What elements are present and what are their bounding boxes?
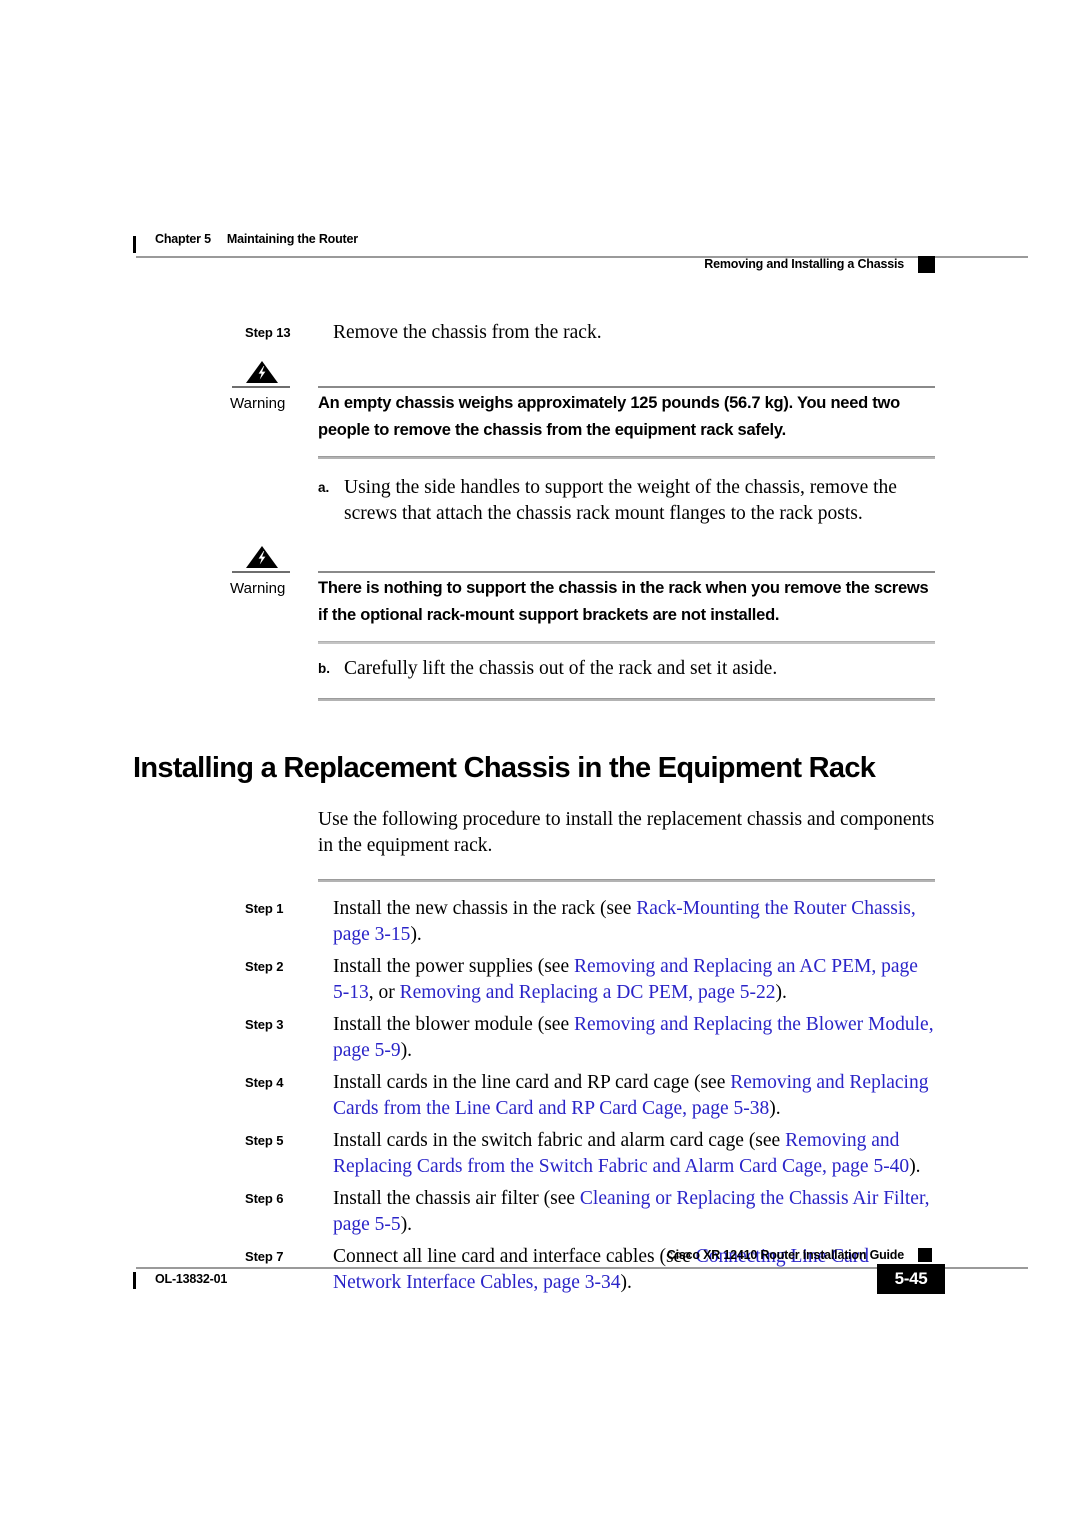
warning-block-1: Warning An empty chassis weighs approxim… xyxy=(133,360,935,444)
step-text: Install cards in the line card and RP ca… xyxy=(333,1070,935,1122)
footer-guide-title: Cisco XR 12410 Router Installation Guide xyxy=(666,1248,904,1262)
header-section-title: Removing and Installing a Chassis xyxy=(704,257,904,271)
section-intro-paragraph: Use the following procedure to install t… xyxy=(318,809,935,856)
warning-bottom-rule-1 xyxy=(318,456,935,459)
step-label: Step 3 xyxy=(245,1017,284,1032)
step-text-fragment: ). xyxy=(410,924,422,945)
header-square-marker xyxy=(918,256,935,273)
header-chapter-word: Chapter xyxy=(155,232,201,246)
step-row: Step 1 Install the new chassis in the rac… xyxy=(133,896,935,948)
section-heading: Installing a Replacement Chassis in the … xyxy=(133,752,876,784)
step-row: Step 3 Install the blower module (see Rem… xyxy=(133,1012,935,1064)
running-footer: Cisco XR 12410 Router Installation Guide… xyxy=(133,1248,1028,1308)
step-row-13: Step 13 Remove the chassis from the rack… xyxy=(133,320,935,346)
warning-bottom-rule-2 xyxy=(318,641,935,644)
warning-label: Warning xyxy=(230,395,286,412)
step-text-fragment: Install the power supplies (see xyxy=(333,956,574,977)
step-text-fragment: Install cards in the line card and RP ca… xyxy=(333,1072,731,1093)
step-text-fragment: Install the blower module (see xyxy=(333,1014,574,1035)
step-text-fragment: Install the new chassis in the rack (see xyxy=(333,898,637,919)
steps-start-rule xyxy=(318,879,935,882)
footer-left-tick xyxy=(133,1272,136,1289)
step-text: Install the power supplies (see Removing… xyxy=(333,954,935,1006)
step-row: Step 6 Install the chassis air filter (se… xyxy=(133,1186,935,1238)
step-row: Step 4 Install cards in the line card and… xyxy=(133,1070,935,1122)
warning-top-rule xyxy=(318,386,935,388)
steps-list: Step 1 Install the new chassis in the rac… xyxy=(133,896,935,1296)
header-chapter-number: 5 xyxy=(204,232,211,246)
step-text-fragment: ). xyxy=(769,1098,781,1119)
warning-label: Warning xyxy=(230,580,286,597)
substep-text: Carefully lift the chassis out of the ra… xyxy=(344,658,778,679)
footer-page-number: 5-45 xyxy=(877,1264,945,1294)
document-page: Chapter 5 Maintaining the Router Removing… xyxy=(0,0,1080,1528)
step-label: Step 5 xyxy=(245,1133,284,1148)
header-chapter-label: Chapter 5 xyxy=(155,232,211,246)
footer-document-id: OL-13832-01 xyxy=(155,1272,228,1286)
page-content: Step 13 Remove the chassis from the rack… xyxy=(133,320,935,1302)
header-left-tick xyxy=(133,236,136,253)
step-text-fragment: Install the chassis air filter (see xyxy=(333,1188,580,1209)
step-text-fragment: ). xyxy=(400,1214,413,1235)
step-text-fragment: ). xyxy=(909,1156,921,1177)
step-label: Step 2 xyxy=(245,959,284,974)
step-text-fragment: ). xyxy=(400,1040,413,1061)
warning-text: There is nothing to support the chassis … xyxy=(318,579,929,624)
step-row: Step 5 Install cards in the switch fabric… xyxy=(133,1128,935,1180)
step-text: Remove the chassis from the rack. xyxy=(333,322,602,343)
substep-a: a. Using the side handles to support the… xyxy=(133,475,935,527)
substep-marker: b. xyxy=(318,661,330,676)
substep-marker: a. xyxy=(318,480,330,495)
step-label: Step 13 xyxy=(245,325,291,340)
step-label: Step 6 xyxy=(245,1191,284,1206)
step-text: Install the blower module (see Removing … xyxy=(333,1012,935,1064)
warning-block-2: Warning There is nothing to support the … xyxy=(133,545,935,629)
header-chapter-title: Maintaining the Router xyxy=(226,232,358,246)
step-text-fragment: , or xyxy=(368,982,400,1003)
running-header: Chapter 5 Maintaining the Router Removing… xyxy=(133,232,1028,280)
warning-top-rule xyxy=(318,571,935,573)
step-text: Install the new chassis in the rack (see… xyxy=(333,896,935,948)
warning-triangle-icon xyxy=(244,360,280,384)
header-chapter: Chapter 5 Maintaining the Router xyxy=(155,232,358,246)
substep-text: Using the side handles to support the we… xyxy=(344,477,897,524)
step-text-fragment: ). xyxy=(775,982,787,1003)
warning-left-rule xyxy=(232,386,290,388)
step-label: Step 1 xyxy=(245,901,284,916)
warning-left-rule xyxy=(232,571,290,573)
procedure-end-rule xyxy=(318,698,935,701)
step-text: Install cards in the switch fabric and a… xyxy=(333,1128,935,1180)
footer-square-marker xyxy=(918,1248,932,1262)
step-text-fragment: Install cards in the switch fabric and a… xyxy=(333,1130,786,1151)
step-row: Step 2 Install the power supplies (see Re… xyxy=(133,954,935,1006)
step-label: Step 4 xyxy=(245,1075,284,1090)
warning-text: An empty chassis weighs approximately 12… xyxy=(318,394,900,439)
cross-reference-link[interactable]: Removing and Replacing a DC PEM, page 5-… xyxy=(400,982,776,1003)
substep-b: b. Carefully lift the chassis out of the… xyxy=(133,656,935,682)
step-text: Install the chassis air filter (see Clea… xyxy=(333,1186,935,1238)
warning-triangle-icon xyxy=(244,545,280,569)
